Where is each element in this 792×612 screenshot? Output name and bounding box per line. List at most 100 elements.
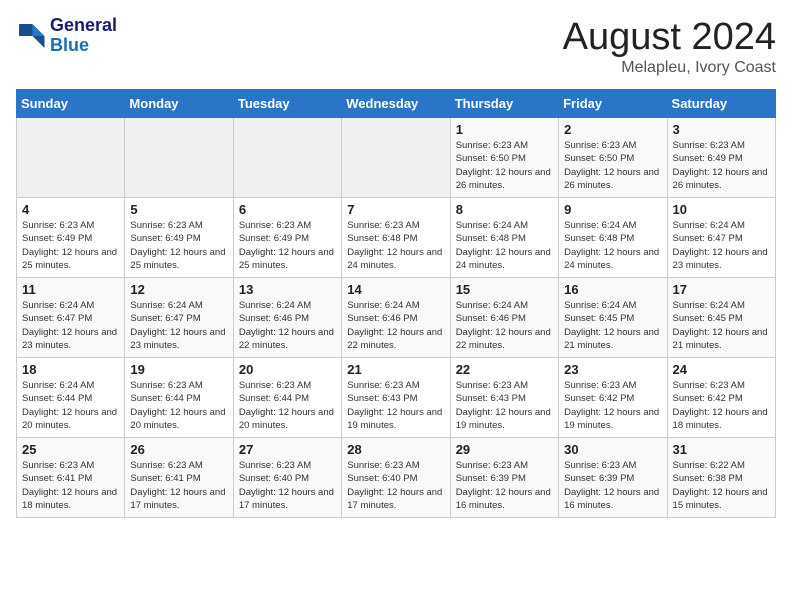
calendar-cell: 11Sunrise: 6:24 AMSunset: 6:47 PMDayligh… [17, 278, 125, 358]
day-number: 10 [673, 202, 770, 217]
calendar-cell: 17Sunrise: 6:24 AMSunset: 6:45 PMDayligh… [667, 278, 775, 358]
day-number: 26 [130, 442, 227, 457]
day-number: 16 [564, 282, 661, 297]
day-number: 21 [347, 362, 444, 377]
day-info: Sunrise: 6:24 AMSunset: 6:46 PMDaylight:… [347, 299, 444, 352]
day-info: Sunrise: 6:23 AMSunset: 6:43 PMDaylight:… [347, 379, 444, 432]
calendar-cell: 28 Sunrise: 6:23 AMSunset: 6:40 PMDayligh… [342, 438, 450, 518]
weekday-header-tuesday: Tuesday [233, 90, 341, 118]
day-number: 6 [239, 202, 336, 217]
calendar-cell [125, 118, 233, 198]
day-number: 30 [564, 442, 661, 457]
day-number: 5 [130, 202, 227, 217]
calendar-cell: 5 Sunrise: 6:23 AMSunset: 6:49 PMDaylight… [125, 198, 233, 278]
calendar-cell: 20 Sunrise: 6:23 AMSunset: 6:44 PMDayligh… [233, 358, 341, 438]
calendar-cell [233, 118, 341, 198]
calendar-cell: 19Sunrise: 6:23 AMSunset: 6:44 PMDayligh… [125, 358, 233, 438]
calendar-cell: 18 Sunrise: 6:24 AMSunset: 6:44 PMDayligh… [17, 358, 125, 438]
week-row-2: 4 Sunrise: 6:23 AMSunset: 6:49 PMDaylight… [17, 198, 776, 278]
calendar-cell: 24 Sunrise: 6:23 AMSunset: 6:42 PMDayligh… [667, 358, 775, 438]
day-number: 17 [673, 282, 770, 297]
day-number: 28 [347, 442, 444, 457]
calendar-cell: 8Sunrise: 6:24 AMSunset: 6:48 PMDaylight… [450, 198, 558, 278]
calendar-header-row: SundayMondayTuesdayWednesdayThursdayFrid… [17, 90, 776, 118]
day-number: 31 [673, 442, 770, 457]
day-number: 15 [456, 282, 553, 297]
day-info: Sunrise: 6:24 AMSunset: 6:47 PMDaylight:… [673, 219, 770, 272]
day-info: Sunrise: 6:23 AMSunset: 6:43 PMDaylight:… [456, 379, 553, 432]
calendar-cell [342, 118, 450, 198]
calendar-cell: 1Sunrise: 6:23 AMSunset: 6:50 PMDaylight… [450, 118, 558, 198]
day-number: 14 [347, 282, 444, 297]
page-header: General Blue August 2024 Melapleu, Ivory… [16, 16, 776, 77]
calendar-cell: 13Sunrise: 6:24 AMSunset: 6:46 PMDayligh… [233, 278, 341, 358]
day-number: 13 [239, 282, 336, 297]
day-info: Sunrise: 6:23 AMSunset: 6:39 PMDaylight:… [564, 459, 661, 512]
day-info: Sunrise: 6:23 AMSunset: 6:41 PMDaylight:… [22, 459, 119, 512]
day-info: Sunrise: 6:23 AMSunset: 6:44 PMDaylight:… [239, 379, 336, 432]
calendar-cell: 16 Sunrise: 6:24 AMSunset: 6:45 PMDayligh… [559, 278, 667, 358]
day-number: 27 [239, 442, 336, 457]
day-info: Sunrise: 6:23 AMSunset: 6:48 PMDaylight:… [347, 219, 444, 272]
weekday-header-sunday: Sunday [17, 90, 125, 118]
calendar-cell: 2Sunrise: 6:23 AMSunset: 6:50 PMDaylight… [559, 118, 667, 198]
logo-line1: General [50, 16, 117, 36]
day-number: 19 [130, 362, 227, 377]
calendar-cell: 9 Sunrise: 6:24 AMSunset: 6:48 PMDaylight… [559, 198, 667, 278]
weekday-header-thursday: Thursday [450, 90, 558, 118]
day-info: Sunrise: 6:24 AMSunset: 6:48 PMDaylight:… [564, 219, 661, 272]
day-info: Sunrise: 6:24 AMSunset: 6:44 PMDaylight:… [22, 379, 119, 432]
calendar-cell: 31 Sunrise: 6:22 AMSunset: 6:38 PMDayligh… [667, 438, 775, 518]
day-number: 24 [673, 362, 770, 377]
day-number: 25 [22, 442, 119, 457]
calendar-cell: 30 Sunrise: 6:23 AMSunset: 6:39 PMDayligh… [559, 438, 667, 518]
day-info: Sunrise: 6:22 AMSunset: 6:38 PMDaylight:… [673, 459, 770, 512]
main-title: August 2024 [563, 16, 776, 59]
logo: General Blue [16, 16, 117, 56]
day-number: 20 [239, 362, 336, 377]
calendar-cell: 4 Sunrise: 6:23 AMSunset: 6:49 PMDaylight… [17, 198, 125, 278]
week-row-1: 1Sunrise: 6:23 AMSunset: 6:50 PMDaylight… [17, 118, 776, 198]
title-block: August 2024 Melapleu, Ivory Coast [563, 16, 776, 77]
calendar-cell: 23Sunrise: 6:23 AMSunset: 6:42 PMDayligh… [559, 358, 667, 438]
day-info: Sunrise: 6:23 AMSunset: 6:49 PMDaylight:… [130, 219, 227, 272]
day-info: Sunrise: 6:23 AMSunset: 6:40 PMDaylight:… [347, 459, 444, 512]
day-info: Sunrise: 6:23 AMSunset: 6:42 PMDaylight:… [673, 379, 770, 432]
calendar-cell: 26Sunrise: 6:23 AMSunset: 6:41 PMDayligh… [125, 438, 233, 518]
weekday-header-friday: Friday [559, 90, 667, 118]
day-info: Sunrise: 6:23 AMSunset: 6:39 PMDaylight:… [456, 459, 553, 512]
calendar-cell: 15 Sunrise: 6:24 AMSunset: 6:46 PMDayligh… [450, 278, 558, 358]
day-info: Sunrise: 6:23 AMSunset: 6:40 PMDaylight:… [239, 459, 336, 512]
week-row-4: 18 Sunrise: 6:24 AMSunset: 6:44 PMDayligh… [17, 358, 776, 438]
calendar-body: 1Sunrise: 6:23 AMSunset: 6:50 PMDaylight… [17, 118, 776, 518]
day-info: Sunrise: 6:24 AMSunset: 6:45 PMDaylight:… [564, 299, 661, 352]
day-info: Sunrise: 6:23 AMSunset: 6:50 PMDaylight:… [564, 139, 661, 192]
calendar-cell: 7 Sunrise: 6:23 AMSunset: 6:48 PMDaylight… [342, 198, 450, 278]
day-info: Sunrise: 6:24 AMSunset: 6:47 PMDaylight:… [130, 299, 227, 352]
day-number: 9 [564, 202, 661, 217]
day-info: Sunrise: 6:24 AMSunset: 6:48 PMDaylight:… [456, 219, 553, 272]
calendar-cell [17, 118, 125, 198]
day-number: 12 [130, 282, 227, 297]
day-info: Sunrise: 6:23 AMSunset: 6:49 PMDaylight:… [673, 139, 770, 192]
day-info: Sunrise: 6:24 AMSunset: 6:46 PMDaylight:… [456, 299, 553, 352]
day-number: 4 [22, 202, 119, 217]
day-number: 22 [456, 362, 553, 377]
week-row-3: 11Sunrise: 6:24 AMSunset: 6:47 PMDayligh… [17, 278, 776, 358]
weekday-header-monday: Monday [125, 90, 233, 118]
day-info: Sunrise: 6:23 AMSunset: 6:49 PMDaylight:… [22, 219, 119, 272]
day-number: 3 [673, 122, 770, 137]
calendar-cell: 14 Sunrise: 6:24 AMSunset: 6:46 PMDayligh… [342, 278, 450, 358]
calendar-cell: 22 Sunrise: 6:23 AMSunset: 6:43 PMDayligh… [450, 358, 558, 438]
day-info: Sunrise: 6:23 AMSunset: 6:50 PMDaylight:… [456, 139, 553, 192]
calendar-cell: 29Sunrise: 6:23 AMSunset: 6:39 PMDayligh… [450, 438, 558, 518]
calendar-cell: 21 Sunrise: 6:23 AMSunset: 6:43 PMDayligh… [342, 358, 450, 438]
calendar-table: SundayMondayTuesdayWednesdayThursdayFrid… [16, 89, 776, 518]
calendar-cell: 10 Sunrise: 6:24 AMSunset: 6:47 PMDayligh… [667, 198, 775, 278]
day-number: 18 [22, 362, 119, 377]
calendar-cell: 27 Sunrise: 6:23 AMSunset: 6:40 PMDayligh… [233, 438, 341, 518]
day-number: 7 [347, 202, 444, 217]
day-number: 23 [564, 362, 661, 377]
calendar-cell: 12 Sunrise: 6:24 AMSunset: 6:47 PMDayligh… [125, 278, 233, 358]
day-info: Sunrise: 6:24 AMSunset: 6:47 PMDaylight:… [22, 299, 119, 352]
